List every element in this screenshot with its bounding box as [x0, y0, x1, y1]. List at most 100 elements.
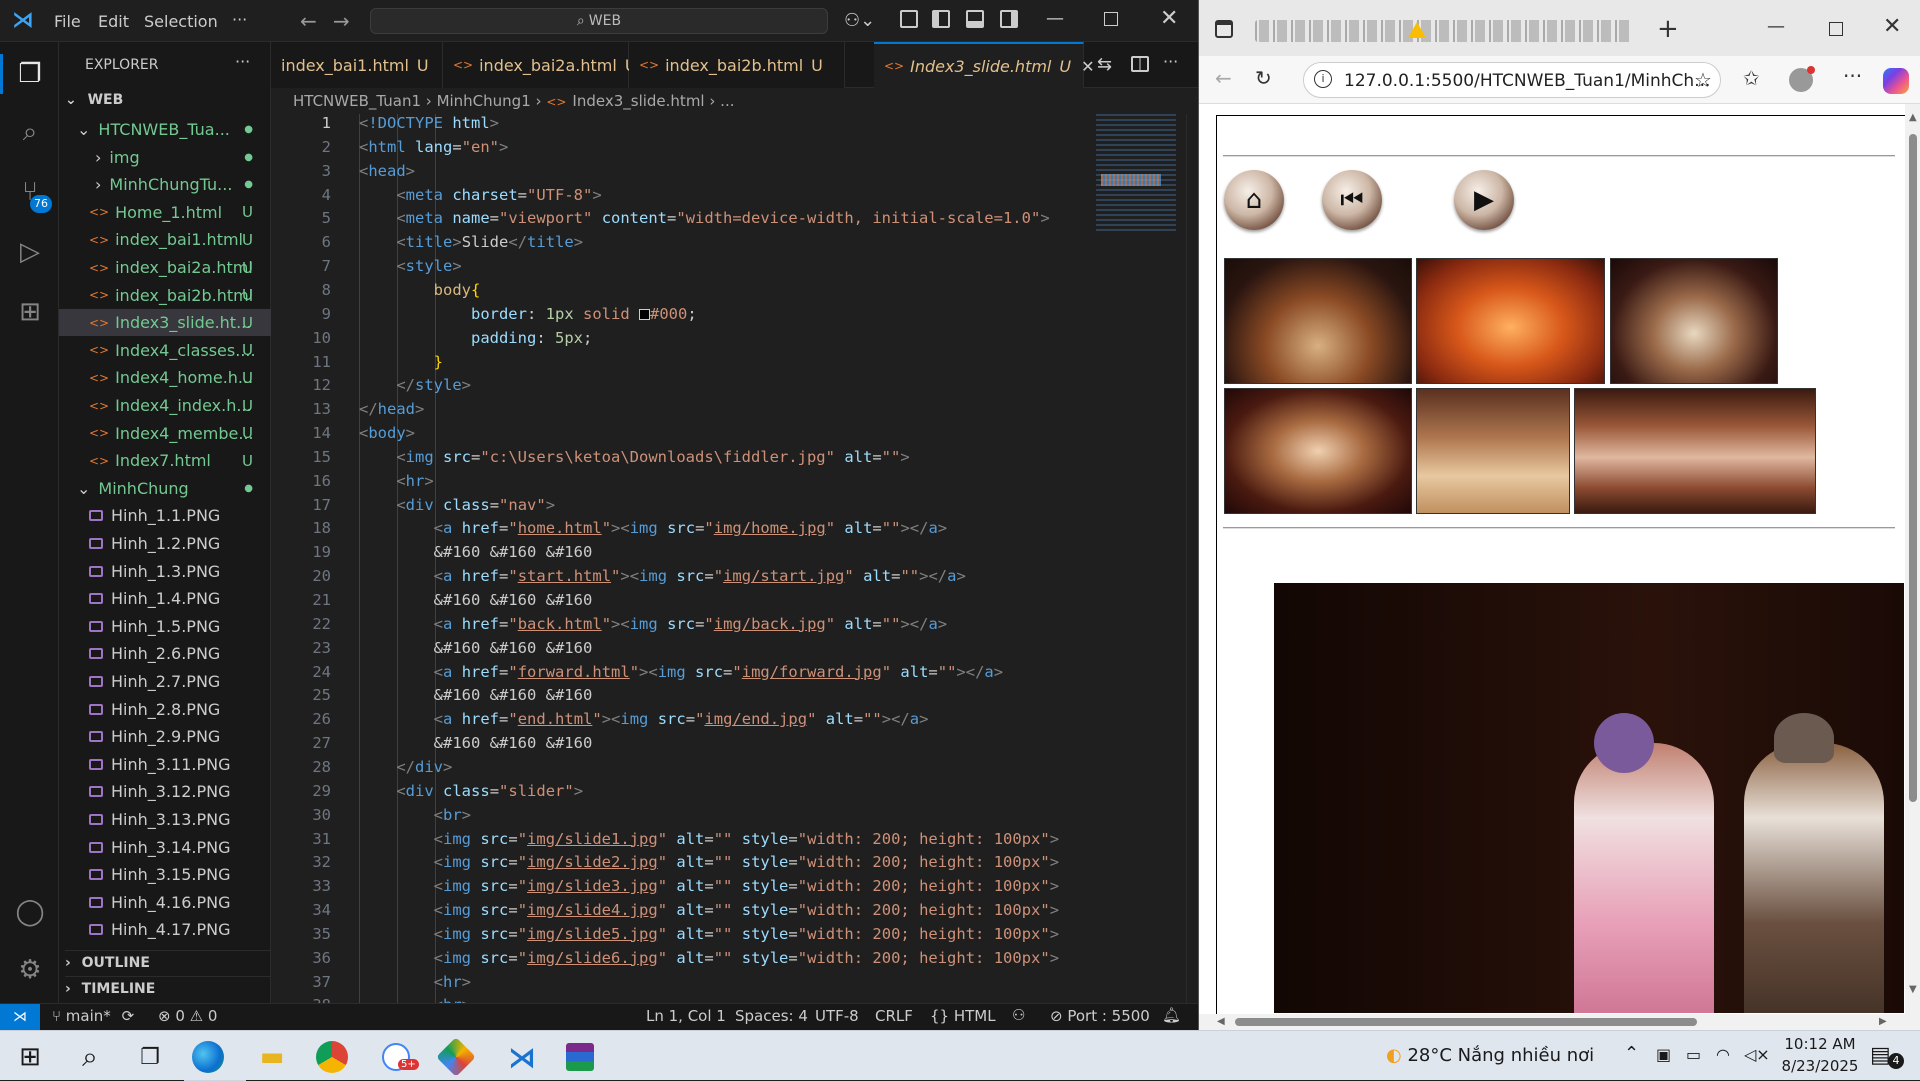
- tree-item[interactable]: <> Index4_home.h... U: [59, 364, 271, 391]
- tree-item[interactable]: Hinh_1.4.PNG: [59, 585, 271, 612]
- site-info-icon[interactable]: i: [1314, 70, 1332, 88]
- page-vertical-scrollbar[interactable]: ▲ ▼: [1905, 104, 1920, 1030]
- tab-index3-slide[interactable]: <> Index3_slide.html U ✕: [874, 42, 1095, 88]
- breadcrumb-item[interactable]: HTCNWEB_Tuan1: [293, 92, 421, 110]
- command-center[interactable]: ⌕ WEB: [370, 8, 828, 34]
- tree-item[interactable]: Hinh_2.6.PNG: [59, 640, 271, 667]
- browser-close-icon[interactable]: ✕: [1883, 14, 1901, 39]
- winrar-icon[interactable]: [566, 1043, 594, 1071]
- clock-time[interactable]: 10:12 AM: [1780, 1035, 1860, 1053]
- indentation-status[interactable]: Spaces: 4: [735, 1007, 808, 1025]
- tree-item[interactable]: Hinh_3.14.PNG: [59, 834, 271, 861]
- tree-item[interactable]: Hinh_4.16.PNG: [59, 889, 271, 916]
- back-button[interactable]: ⏮︎: [1322, 170, 1382, 230]
- customize-layout-icon[interactable]: [900, 10, 918, 28]
- timeline-section[interactable]: › TIMELINE: [65, 976, 271, 997]
- problems-status[interactable]: ⊗ 0 ⚠ 0: [158, 1007, 217, 1025]
- tray-wifi-icon[interactable]: ◠: [1716, 1045, 1730, 1064]
- tree-item[interactable]: <> Index4_index.h... U: [59, 392, 271, 419]
- tree-item[interactable]: Hinh_3.12.PNG: [59, 778, 271, 805]
- tab-actions-icon[interactable]: [1215, 20, 1233, 38]
- tree-item[interactable]: Hinh_3.15.PNG: [59, 861, 271, 888]
- menu-file[interactable]: File: [54, 12, 81, 31]
- cursor-position[interactable]: Ln 1, Col 1: [646, 1007, 726, 1025]
- remote-indicator[interactable]: ⋊: [0, 1004, 40, 1030]
- tree-item[interactable]: Hinh_3.13.PNG: [59, 806, 271, 833]
- menu-edit[interactable]: Edit: [98, 12, 129, 31]
- tray-meet-icon[interactable]: ▣: [1656, 1045, 1671, 1064]
- section-web-header[interactable]: ⌄ WEB: [65, 92, 123, 108]
- encoding-status[interactable]: UTF-8: [815, 1007, 859, 1025]
- tree-item[interactable]: <> Home_1.html U: [59, 199, 271, 226]
- browser-back-icon[interactable]: ←: [1215, 66, 1232, 90]
- minimize-icon[interactable]: —: [1046, 8, 1064, 29]
- tree-item[interactable]: <> Index7.html U: [59, 447, 271, 474]
- tab-index-bai2b[interactable]: <> index_bai2b.html U: [629, 42, 845, 88]
- settings-gear-icon[interactable]: ⚙: [14, 954, 46, 986]
- tree-item[interactable]: Hinh_1.1.PNG: [59, 502, 271, 529]
- search-icon[interactable]: ⌕: [72, 1039, 108, 1075]
- page-horizontal-scrollbar[interactable]: ◀ ▶: [1199, 1014, 1905, 1030]
- tree-item[interactable]: ⌄ HTCNWEB_Tua... ●: [59, 116, 271, 143]
- outline-section[interactable]: › OUTLINE: [65, 950, 271, 971]
- pinned-tabs-strip[interactable]: [1255, 20, 1633, 42]
- tree-item[interactable]: › MinhChungTu... ●: [59, 171, 271, 198]
- notification-center-icon[interactable]: ▤: [1870, 1043, 1891, 1068]
- address-bar[interactable]: i 127.0.0.1:5500/HTCNWEB_Tuan1/MinhCh...…: [1303, 62, 1721, 98]
- search-icon[interactable]: ⌕: [14, 116, 46, 148]
- tab-index-bai1[interactable]: index_bai1.html U: [271, 42, 443, 88]
- tree-item[interactable]: Hinh_4.17.PNG: [59, 916, 271, 943]
- run-debug-icon[interactable]: ▷: [14, 236, 46, 268]
- language-mode[interactable]: {} HTML: [930, 1007, 996, 1025]
- tree-item[interactable]: <> index_bai2b.html U: [59, 282, 271, 309]
- chrome-icon[interactable]: [316, 1041, 348, 1073]
- app-colorful-icon[interactable]: [436, 1037, 476, 1077]
- favorites-icon[interactable]: ✩: [1743, 66, 1760, 90]
- editor-more-icon[interactable]: ···: [1163, 52, 1178, 71]
- browser-menu-icon[interactable]: ···: [1843, 64, 1862, 88]
- scroll-thumb[interactable]: [1235, 1018, 1697, 1026]
- tree-item[interactable]: Hinh_1.3.PNG: [59, 558, 271, 585]
- code-editor[interactable]: 1 <!DOCTYPE html> 2 <html lang="en"> 3 <head>…: [271, 114, 1091, 1003]
- close-icon[interactable]: ✕: [1160, 6, 1178, 31]
- tray-volume-icon[interactable]: ◁×: [1744, 1045, 1770, 1064]
- minimap[interactable]: [1091, 114, 1186, 234]
- edge-icon[interactable]: [192, 1041, 224, 1073]
- eol-status[interactable]: CRLF: [875, 1007, 913, 1025]
- tree-item[interactable]: <> Index4_classes.... U: [59, 337, 271, 364]
- menu-selection[interactable]: Selection: [144, 12, 218, 31]
- toggle-sidebar-icon[interactable]: [932, 10, 950, 28]
- new-tab-icon[interactable]: +: [1657, 14, 1679, 44]
- home-button[interactable]: ⌂: [1224, 170, 1284, 230]
- tab-index-bai2a[interactable]: <>index_bai2a.htmlU: [443, 42, 637, 88]
- tab-close-icon[interactable]: ✕: [1081, 57, 1094, 76]
- toggle-secondary-sidebar-icon[interactable]: [1000, 10, 1018, 28]
- back-arrow-icon[interactable]: ←: [300, 9, 317, 33]
- split-editor-icon[interactable]: [1131, 56, 1149, 72]
- tree-item[interactable]: <> index_bai2a.html U: [59, 254, 271, 281]
- tree-item[interactable]: Hinh_3.11.PNG: [59, 751, 271, 778]
- scroll-thumb[interactable]: [1909, 134, 1917, 802]
- vscode-taskbar-icon[interactable]: ⋊: [504, 1039, 540, 1075]
- explorer-icon[interactable]: ❐: [14, 58, 46, 90]
- notifications-bell-icon[interactable]: 🔔︎: [1162, 1006, 1181, 1024]
- extensions-icon[interactable]: ⊞: [14, 296, 46, 328]
- branch-status[interactable]: ⑂ main* ⟳: [52, 1007, 134, 1025]
- tray-battery-icon[interactable]: ▭: [1686, 1045, 1701, 1064]
- menu-more[interactable]: ···: [232, 10, 247, 29]
- forward-button[interactable]: ▶: [1454, 170, 1514, 230]
- tree-item[interactable]: <> Index4_membe... U: [59, 420, 271, 447]
- browser-minimize-icon[interactable]: —: [1767, 16, 1785, 37]
- favorite-star-icon[interactable]: ☆: [1694, 68, 1712, 92]
- windows-start-icon[interactable]: ⊞: [12, 1039, 48, 1075]
- tree-item[interactable]: <> Index3_slide.ht... U: [59, 309, 271, 337]
- copilot-status-icon[interactable]: ⚇: [1012, 1006, 1025, 1024]
- copilot-icon[interactable]: ⚇⌄: [844, 10, 875, 31]
- tree-item[interactable]: Hinh_2.9.PNG: [59, 723, 271, 750]
- task-view-icon[interactable]: ❐: [132, 1039, 168, 1075]
- tree-item[interactable]: › img ●: [59, 144, 271, 171]
- forward-arrow-icon[interactable]: →: [333, 9, 350, 33]
- tree-item[interactable]: Hinh_2.8.PNG: [59, 696, 271, 723]
- breadcrumb-item[interactable]: MinhChung1: [437, 92, 531, 110]
- open-changes-icon[interactable]: ⇆: [1097, 54, 1112, 75]
